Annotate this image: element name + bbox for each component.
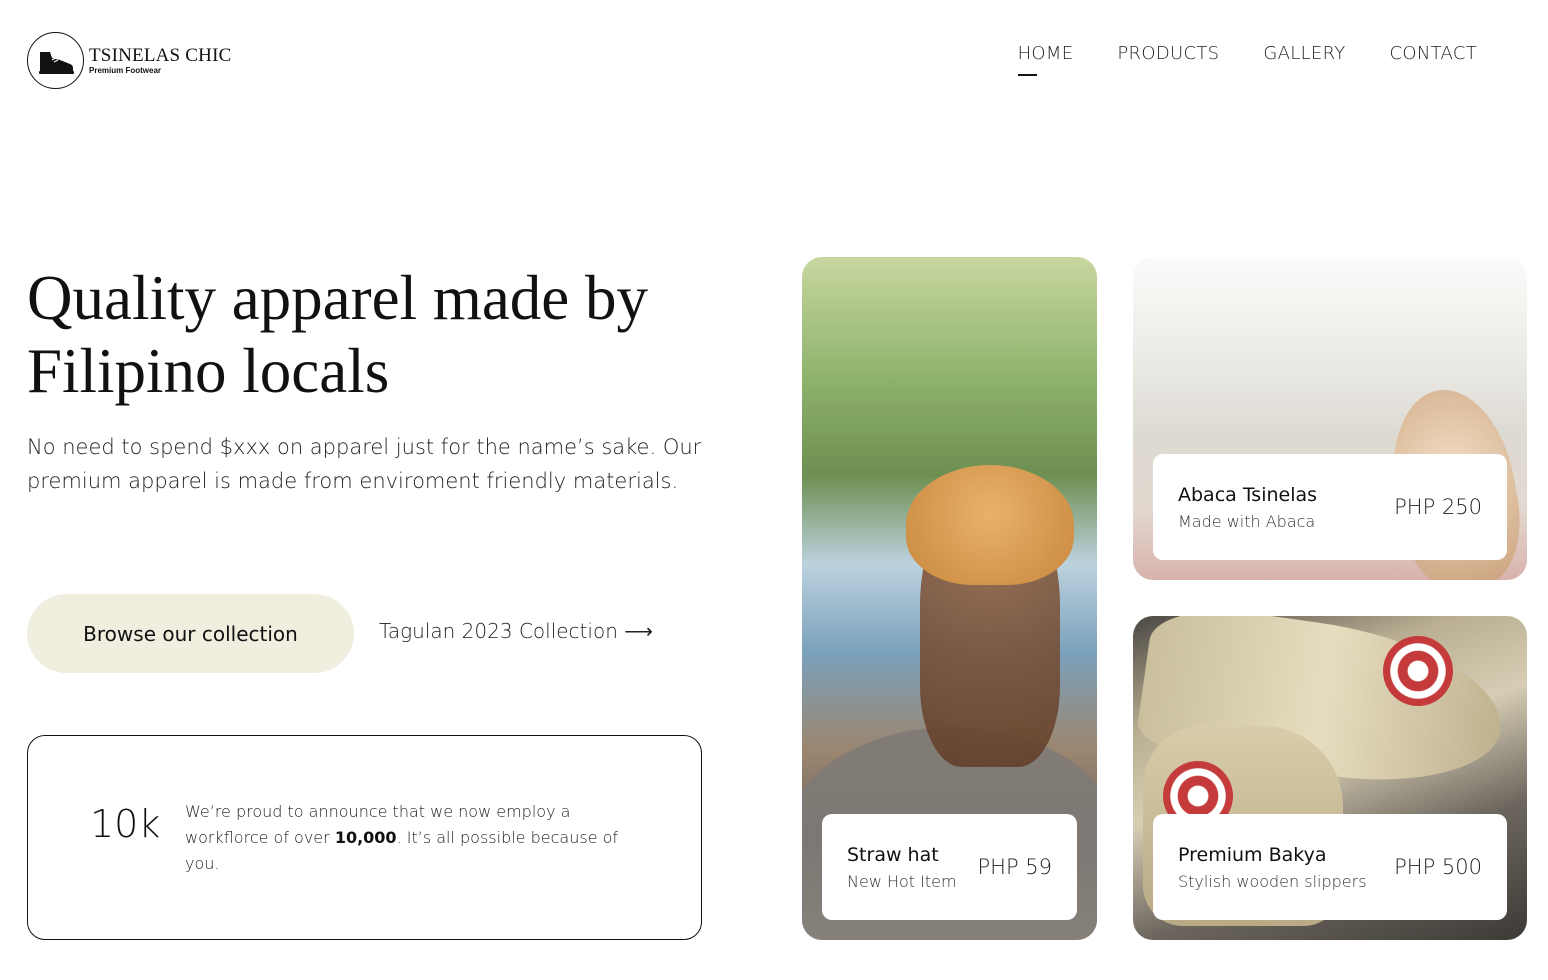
product-name: Premium Bakya <box>1178 843 1327 866</box>
product-price: PHP 59 <box>977 855 1052 879</box>
product-info-text: Abaca Tsinelas Made with Abaca <box>1178 484 1317 531</box>
product-tile-abaca-tsinelas[interactable]: Abaca Tsinelas Made with Abaca PHP 250 <box>1133 257 1527 580</box>
stat-card: 10k We’re proud to announce that we now … <box>27 735 702 940</box>
brand-name: TSINELAS CHIC <box>89 45 232 66</box>
product-info-text: Premium Bakya Stylish wooden slippers <box>1178 844 1367 891</box>
photo-bakya-pattern <box>1383 636 1453 706</box>
product-description: New Hot Item <box>847 871 957 891</box>
hero-title: Quality apparel made by Filipino locals <box>27 263 649 406</box>
brand-logo[interactable]: TSINELAS CHIC Premium Footwear <box>27 32 231 89</box>
nav-home[interactable]: HOME <box>1017 43 1074 76</box>
stat-value: 10k <box>90 802 161 846</box>
product-price: PHP 250 <box>1394 495 1482 519</box>
nav-products[interactable]: PRODUCTS <box>1117 43 1219 64</box>
product-info-card: Premium Bakya Stylish wooden slippers PH… <box>1153 814 1507 920</box>
nav-contact[interactable]: CONTACT <box>1390 43 1477 64</box>
logo-text: TSINELAS CHIC Premium Footwear <box>89 46 231 75</box>
product-name: Straw hat <box>847 843 939 866</box>
tagulan-collection-link[interactable]: Tagulan 2023 Collection ⟶ <box>379 619 653 643</box>
product-info-card: Straw hat New Hot Item PHP 59 <box>822 814 1077 920</box>
hero-subtitle: No need to spend $xxx on apparel just fo… <box>27 435 702 493</box>
product-description: Made with Abaca <box>1178 511 1316 531</box>
product-price: PHP 500 <box>1394 855 1482 879</box>
sneaker-icon <box>27 32 84 89</box>
product-info-card: Abaca Tsinelas Made with Abaca PHP 250 <box>1153 454 1507 560</box>
nav-gallery[interactable]: GALLERY <box>1263 43 1345 64</box>
stat-text-bold: 10,000 <box>334 828 397 847</box>
product-tile-straw-hat[interactable]: Straw hat New Hot Item PHP 59 <box>802 257 1097 940</box>
photo-straw-hat <box>906 465 1074 585</box>
product-name: Abaca Tsinelas <box>1178 483 1318 506</box>
stat-text: We’re proud to announce that we now empl… <box>185 799 655 877</box>
product-info-text: Straw hat New Hot Item <box>847 844 957 891</box>
product-description: Stylish wooden slippers <box>1178 871 1367 891</box>
main-nav: HOME PRODUCTS GALLERY CONTACT <box>1017 43 1477 76</box>
product-tile-premium-bakya[interactable]: Premium Bakya Stylish wooden slippers PH… <box>1133 616 1527 940</box>
brand-tagline: Premium Footwear <box>89 66 162 75</box>
browse-collection-button[interactable]: Browse our collection <box>27 594 354 673</box>
